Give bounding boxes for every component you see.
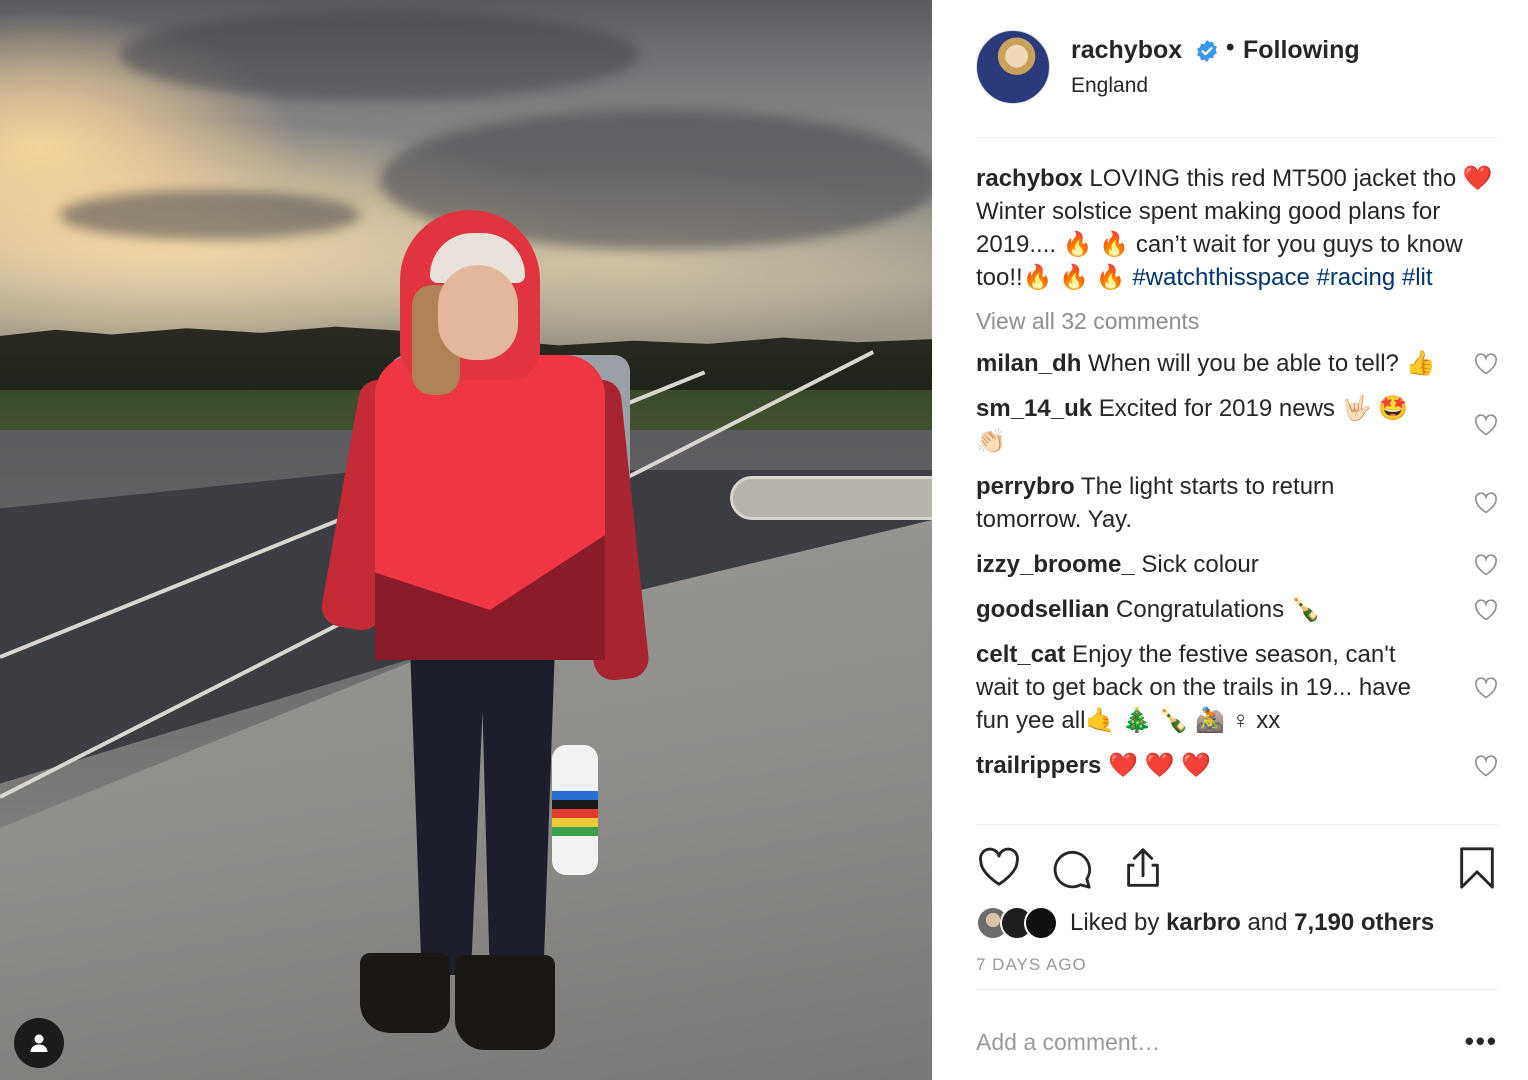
photo-cloud: [60, 190, 360, 240]
comment-username[interactable]: trailrippers: [976, 752, 1101, 779]
photo-person: [318, 205, 651, 1075]
header-username[interactable]: rachybox: [1071, 36, 1182, 65]
comments-list[interactable]: rachybox LOVING this red MT500 jacket th…: [976, 162, 1498, 824]
likes-summary[interactable]: Liked by karbro and 7,190 others: [976, 903, 1434, 943]
post-actions: Liked by karbro and 7,190 others 7 DAYS …: [976, 824, 1498, 990]
comment-like-heart-icon[interactable]: [1474, 492, 1498, 514]
post-timestamp[interactable]: 7 DAYS AGO: [976, 955, 1087, 975]
user-profile-icon[interactable]: [14, 1018, 64, 1068]
comment-like-heart-icon[interactable]: [1474, 676, 1498, 699]
hashtag-link[interactable]: #racing: [1316, 264, 1395, 291]
post-header: rachybox • Following England: [976, 30, 1498, 138]
post-photo[interactable]: [0, 0, 932, 1080]
verified-badge-icon: [1197, 40, 1217, 62]
post-caption: rachybox LOVING this red MT500 jacket th…: [976, 162, 1498, 294]
add-comment-bar: •••: [976, 1020, 1498, 1064]
likes-text: Liked by karbro and 7,190 others: [1070, 909, 1434, 937]
comment-text: ❤️ ❤️ ❤️: [1108, 752, 1212, 779]
photo-legs: [410, 645, 555, 975]
avatar: [1024, 906, 1058, 940]
photo-cloud: [120, 10, 640, 100]
hashtag-link[interactable]: #watchthisspace: [1132, 264, 1309, 291]
following-button[interactable]: Following: [1243, 36, 1360, 65]
heart-icon[interactable]: [976, 845, 1022, 891]
photo-face: [438, 265, 518, 360]
likes-prefix: Liked by: [1070, 909, 1160, 936]
comment-like-heart-icon[interactable]: [1474, 553, 1498, 576]
view-all-comments-link[interactable]: View all 32 comments: [976, 308, 1498, 335]
likes-first-user[interactable]: karbro: [1166, 909, 1241, 936]
photo-traffic-island: [730, 476, 932, 520]
comment-like-heart-icon[interactable]: [1474, 754, 1498, 777]
header-separator: •: [1226, 34, 1235, 61]
avatar[interactable]: [976, 30, 1050, 104]
comment-item: celt_cat Enjoy the festive season, can't…: [976, 638, 1498, 737]
comment-item: goodsellian Congratulations 🍾: [976, 593, 1498, 626]
caption-username[interactable]: rachybox: [976, 165, 1083, 192]
share-icon[interactable]: [1120, 845, 1166, 891]
comment-item: izzy_broome_ Sick colour: [976, 548, 1498, 581]
comment-like-heart-icon[interactable]: [1474, 598, 1498, 621]
post-side-panel: rachybox • Following England rachybox LO…: [932, 0, 1528, 1080]
comment-like-heart-icon[interactable]: [1474, 414, 1498, 436]
photo-boot: [455, 955, 555, 1050]
location-link[interactable]: England: [1071, 74, 1148, 98]
comment-username[interactable]: milan_dh: [976, 350, 1081, 377]
add-comment-input[interactable]: [976, 1024, 1446, 1060]
comment-username[interactable]: perrybro: [976, 473, 1075, 500]
bookmark-icon[interactable]: [1454, 845, 1500, 891]
comment-item: trailrippers ❤️ ❤️ ❤️: [976, 749, 1498, 782]
comment-item: perrybro The light starts to return tomo…: [976, 470, 1498, 536]
comment-username[interactable]: izzy_broome_: [976, 551, 1135, 578]
comment-text: Sick colour: [1141, 551, 1259, 578]
comment-item: milan_dh When will you be able to tell? …: [976, 347, 1498, 380]
comment-text: Congratulations 🍾: [1116, 596, 1321, 623]
comment-username[interactable]: goodsellian: [976, 596, 1109, 623]
comment-text: When will you be able to tell? 👍: [1088, 350, 1436, 377]
comment-bubble-icon[interactable]: [1048, 845, 1094, 891]
comment-username[interactable]: celt_cat: [976, 641, 1065, 668]
comment-username[interactable]: sm_14_uk: [976, 395, 1092, 422]
photo-boot: [360, 953, 450, 1033]
comment-like-heart-icon[interactable]: [1474, 352, 1498, 375]
likes-others-count[interactable]: 7,190 others: [1294, 909, 1434, 936]
likes-joiner: and: [1247, 909, 1288, 936]
hashtag-link[interactable]: #lit: [1402, 264, 1433, 291]
photo-water-bottle: [552, 745, 598, 875]
more-options-button[interactable]: •••: [1465, 1026, 1498, 1057]
comment-item: sm_14_uk Excited for 2019 news 🤟🏻 🤩 👏🏻: [976, 392, 1498, 458]
